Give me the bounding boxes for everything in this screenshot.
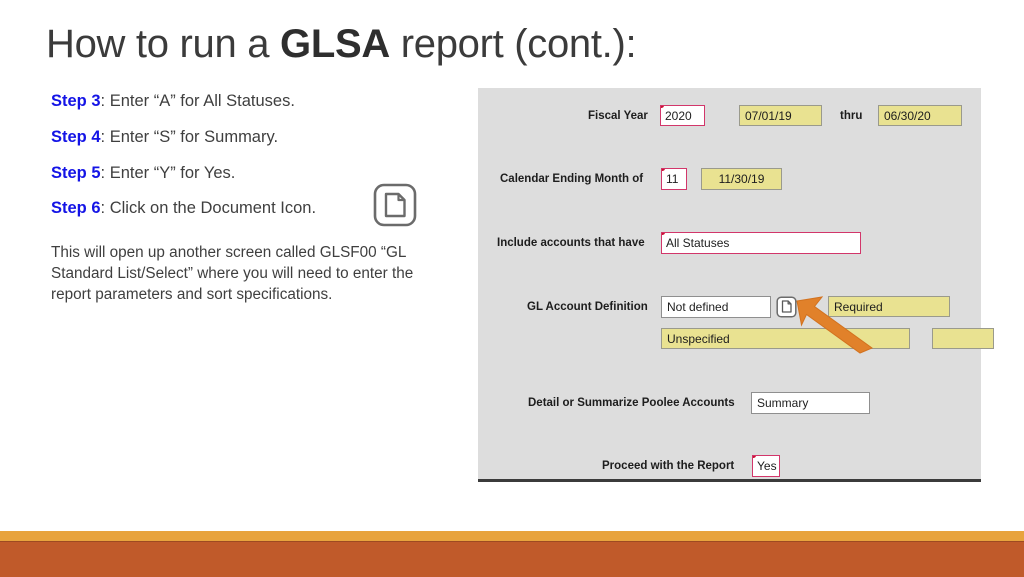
footer-band <box>0 541 1024 577</box>
page-title-emphasis: GLSA <box>280 22 390 66</box>
gl-account-definition-input[interactable]: Not defined <box>661 296 771 318</box>
gl-unspecified-display: Unspecified <box>661 328 910 349</box>
document-icon <box>372 182 418 228</box>
fiscal-year-input[interactable]: 2020 <box>660 105 705 126</box>
calendar-month-date-display: 11/30/19 <box>701 168 782 190</box>
step-text: : Enter “S” for Summary. <box>100 127 279 146</box>
fiscal-year-label: Fiscal Year <box>588 110 648 122</box>
footer-accent-stripe <box>0 531 1024 541</box>
step-label: Step 6 <box>51 199 101 218</box>
glsa-form-panel <box>478 88 981 482</box>
step-text: : Enter “A” for All Statuses. <box>100 92 295 110</box>
step-label: Step 5 <box>51 163 101 182</box>
include-accounts-input[interactable]: All Statuses <box>661 232 861 254</box>
poolee-accounts-input[interactable]: Summary <box>751 392 870 414</box>
proceed-report-input[interactable]: Yes <box>752 455 780 477</box>
fiscal-year-end-date: 06/30/20 <box>878 105 962 126</box>
gl-extra-display <box>932 328 994 349</box>
calendar-month-input[interactable]: 11 <box>661 168 687 190</box>
page-title: How to run a GLSA report (cont.): <box>46 22 637 67</box>
include-accounts-label: Include accounts that have <box>497 237 645 249</box>
step-text: : Enter “Y” for Yes. <box>100 163 236 182</box>
thru-label: thru <box>840 110 863 122</box>
gl-required-display: Required <box>828 296 950 317</box>
note-paragraph: This will open up another screen called … <box>51 244 414 303</box>
list-item: Step 4: Enter “S” for Summary. <box>51 126 451 148</box>
fiscal-year-start-date: 07/01/19 <box>739 105 822 126</box>
gl-account-definition-label: GL Account Definition <box>527 301 648 313</box>
step-text: : Click on the Document Icon. <box>100 199 317 218</box>
list-item: Step 3: Enter “A” for All Statuses. <box>51 90 451 112</box>
step-label: Step 3 <box>51 92 101 110</box>
step-label: Step 4 <box>51 127 101 146</box>
list-item: Step 5: Enter “Y” for Yes. <box>51 162 451 184</box>
calendar-month-label: Calendar Ending Month of <box>500 173 644 185</box>
poolee-accounts-label: Detail or Summarize Poolee Accounts <box>528 397 735 409</box>
page-title-prefix: How to run a <box>46 22 280 66</box>
page-title-suffix: report (cont.): <box>389 22 637 66</box>
document-icon[interactable] <box>776 296 797 318</box>
proceed-report-label: Proceed with the Report <box>602 460 735 472</box>
